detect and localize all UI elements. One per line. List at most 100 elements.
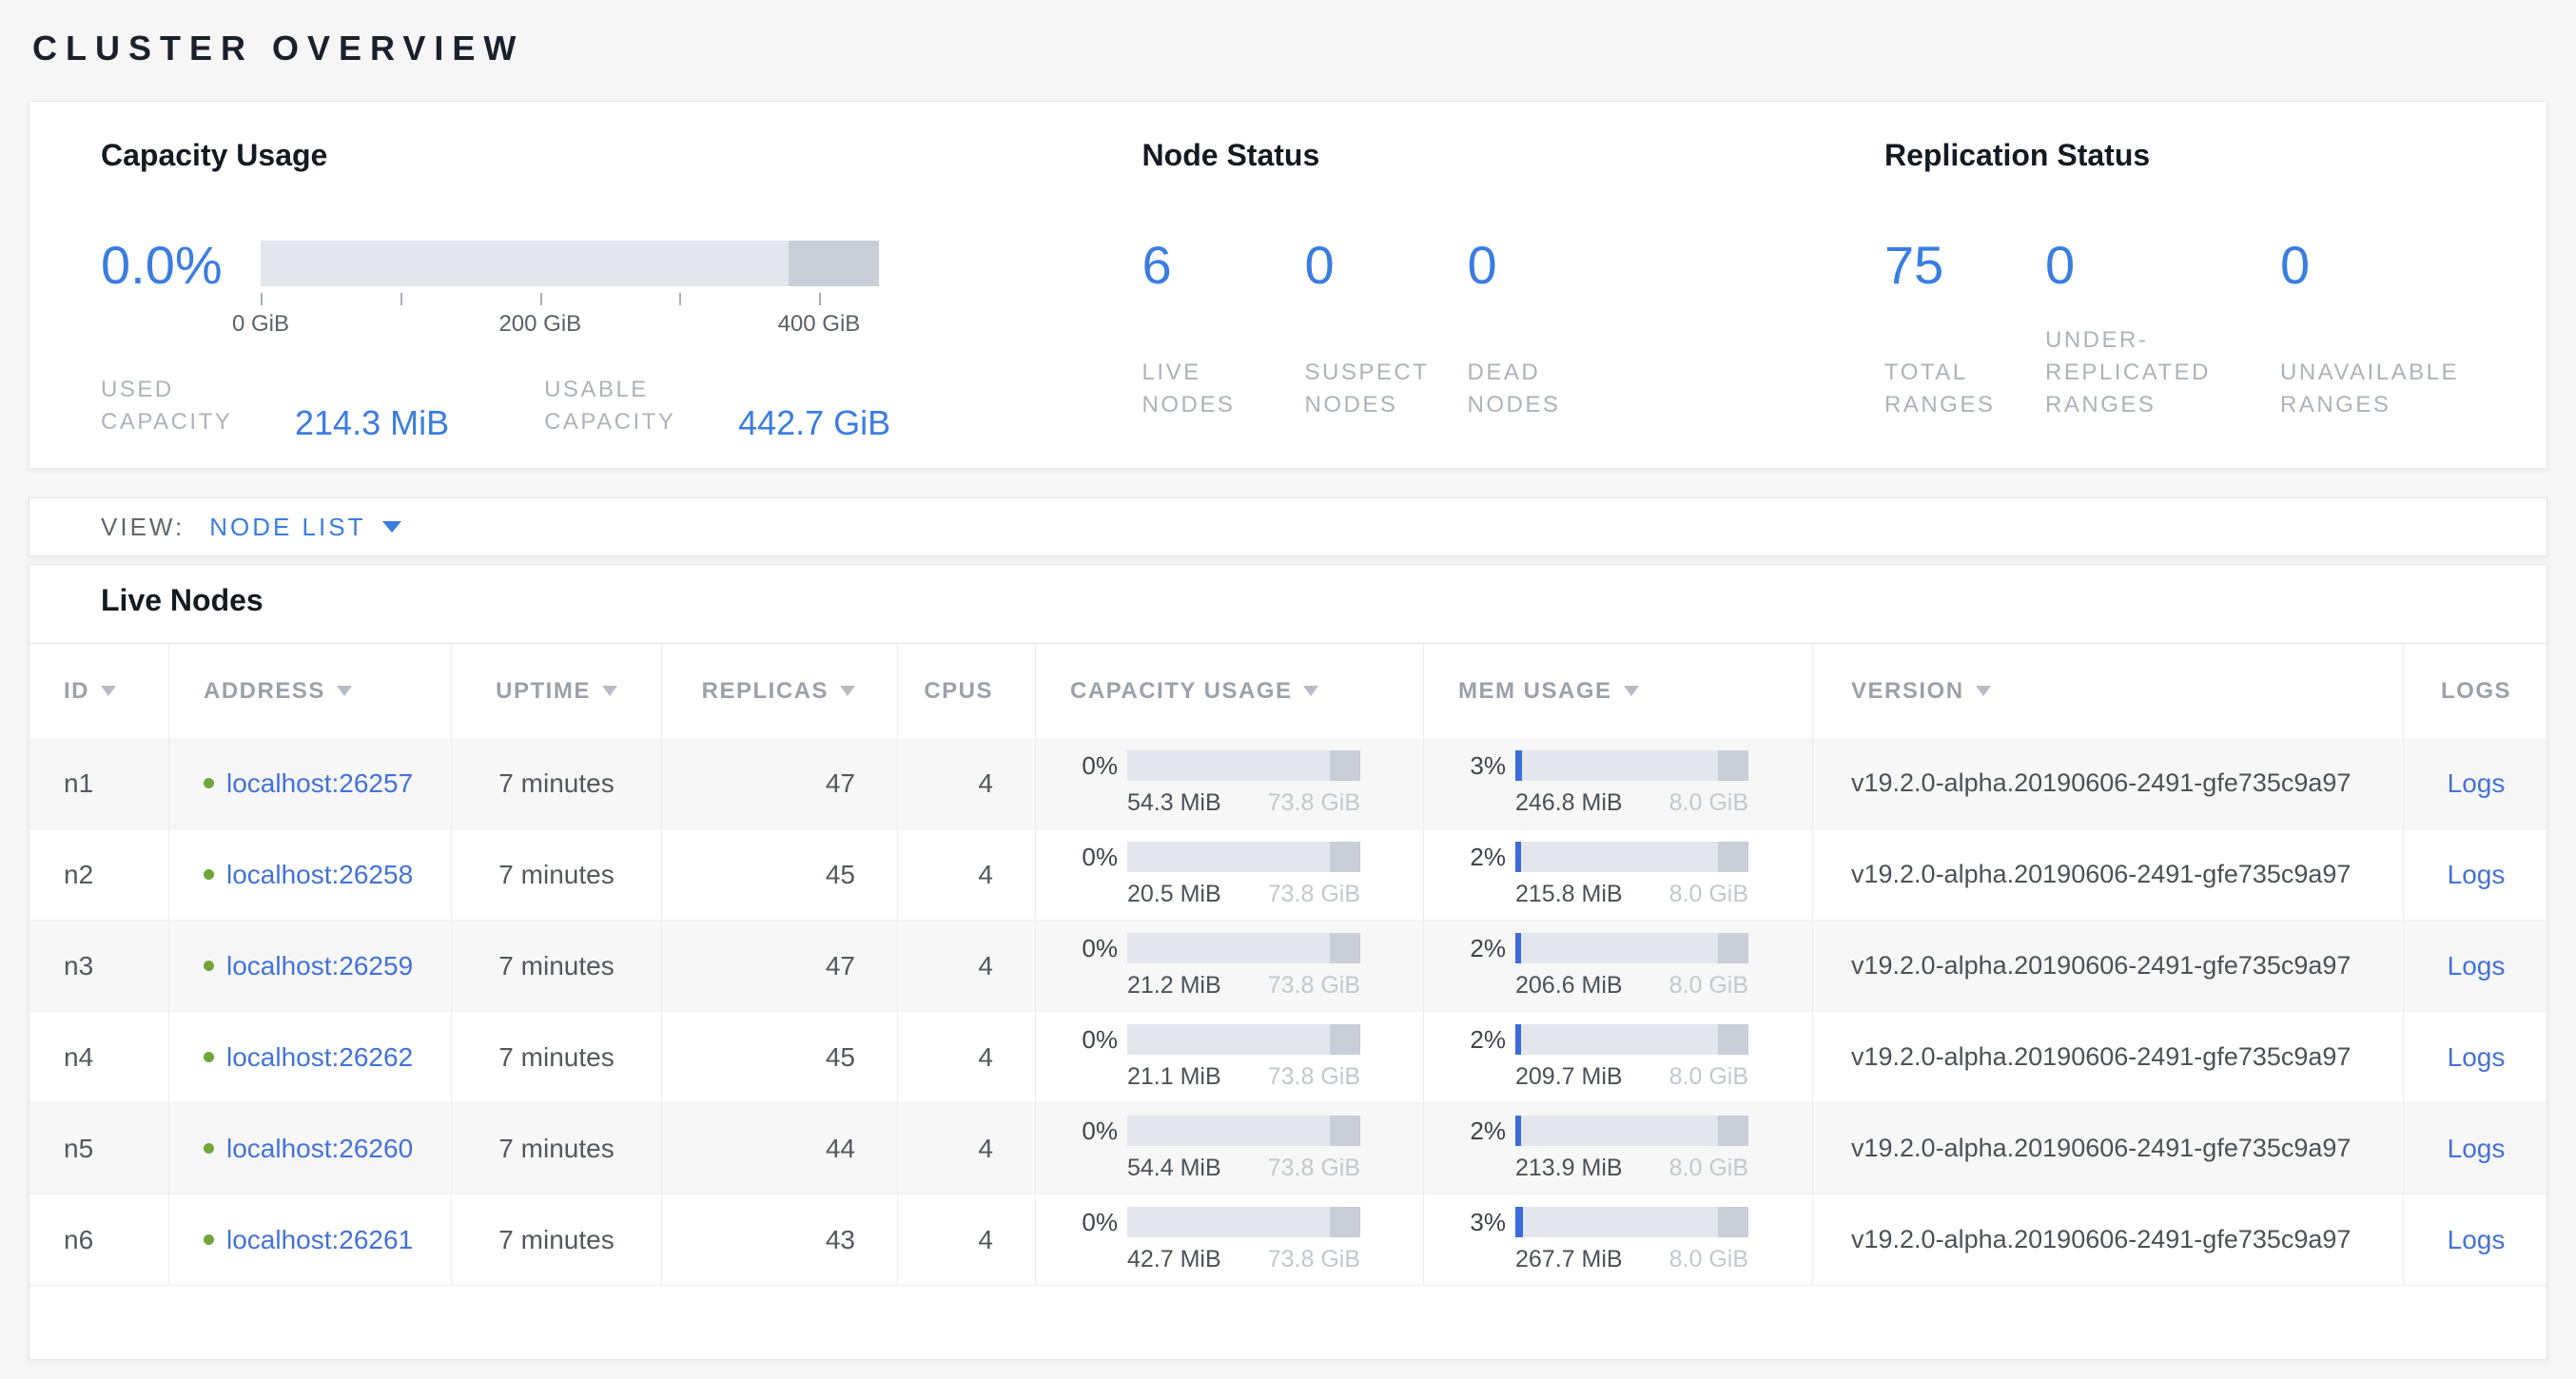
node-address-cell: localhost:26259	[169, 921, 452, 1011]
mem-total-value: 8.0 GiB	[1669, 1155, 1748, 1182]
node-mem-cell: 2% 206.6 MiB 8.0 GiB	[1424, 921, 1813, 1011]
mem-bar	[1515, 933, 1748, 963]
mem-percent: 3%	[1458, 750, 1506, 781]
cluster-summary-panel: Capacity Usage 0.0% 0 GiB 200 GiB	[29, 101, 2547, 469]
column-header-replicas[interactable]: REPLICAS	[662, 644, 898, 738]
view-dropdown[interactable]: NODE LIST	[209, 513, 401, 542]
node-address-link[interactable]: localhost:26257	[226, 768, 413, 799]
capacity-percent: 0%	[1070, 1207, 1118, 1237]
node-cpus-cell: 4	[898, 738, 1036, 828]
capacity-bar	[1127, 1024, 1360, 1055]
capacity-percent: 0%	[1070, 1024, 1118, 1055]
node-mem-cell: 3% 267.7 MiB 8.0 GiB	[1424, 1194, 1813, 1285]
live-nodes-table: ID ADDRESS UPTIME REPLICAS CPUS CAPACITY…	[29, 643, 2547, 1286]
capacity-used-value: 54.4 MiB	[1127, 1155, 1221, 1182]
node-capacity-cell: 0% 20.5 MiB 73.8 GiB	[1036, 829, 1424, 920]
node-version-cell: v19.2.0-alpha.20190606-2491-gfe735c9a97	[1813, 921, 2404, 1011]
capacity-percent: 0%	[1070, 1116, 1118, 1146]
table-row: n3 localhost:26259 7 minutes 47 4 0%	[29, 921, 2547, 1012]
logs-link[interactable]: Logs	[2448, 1134, 2506, 1164]
sort-arrow-icon	[602, 686, 617, 696]
column-header-version[interactable]: VERSION	[1813, 644, 2404, 738]
axis-tick	[679, 293, 681, 305]
sort-arrow-icon	[1976, 686, 1991, 696]
capacity-used-value: 20.5 MiB	[1127, 881, 1221, 908]
mem-total-value: 8.0 GiB	[1669, 881, 1748, 908]
page-title: CLUSTER OVERVIEW	[32, 29, 2547, 68]
capacity-usage-title: Capacity Usage	[101, 136, 1142, 174]
mem-total-value: 8.0 GiB	[1669, 1063, 1748, 1091]
node-cpus-cell: 4	[898, 921, 1036, 1011]
logs-link[interactable]: Logs	[2448, 860, 2506, 890]
used-capacity-value: 214.3 MiB	[295, 408, 449, 438]
table-row: n6 localhost:26261 7 minutes 43 4 0%	[29, 1194, 2547, 1286]
node-address-link[interactable]: localhost:26261	[226, 1225, 413, 1255]
capacity-total-value: 73.8 GiB	[1268, 1246, 1360, 1273]
node-healthy-icon	[204, 1234, 214, 1245]
stat-usable-capacity: USABLE CAPACITY 442.7 GiB	[544, 374, 890, 438]
node-healthy-icon	[204, 869, 214, 880]
capacity-total-value: 73.8 GiB	[1268, 1155, 1360, 1182]
cluster-overview-page: CLUSTER OVERVIEW Capacity Usage 0.0%	[0, 0, 2576, 1360]
capacity-total-value: 73.8 GiB	[1268, 972, 1360, 1000]
node-address-link[interactable]: localhost:26259	[226, 951, 413, 981]
axis-tick	[540, 293, 542, 305]
node-logs-cell: Logs	[2404, 921, 2548, 1011]
capacity-used-value: 42.7 MiB	[1127, 1246, 1221, 1273]
node-mem-cell: 2% 209.7 MiB 8.0 GiB	[1424, 1012, 1813, 1102]
column-header-capacity-usage[interactable]: CAPACITY USAGE	[1036, 644, 1424, 738]
node-healthy-icon	[204, 961, 214, 971]
node-logs-cell: Logs	[2404, 1103, 2548, 1194]
sort-arrow-icon	[337, 686, 352, 696]
capacity-total-value: 73.8 GiB	[1268, 1063, 1360, 1091]
axis-tick-label: 400 GiB	[778, 311, 861, 338]
logs-link[interactable]: Logs	[2448, 1042, 2506, 1073]
mem-bar	[1515, 1207, 1748, 1237]
logs-link[interactable]: Logs	[2448, 768, 2506, 799]
capacity-percent: 0%	[1070, 750, 1118, 781]
mem-used-value: 246.8 MiB	[1515, 789, 1623, 817]
capacity-used-value: 21.1 MiB	[1127, 1063, 1221, 1091]
capacity-total-value: 73.8 GiB	[1268, 881, 1360, 908]
node-version-cell: v19.2.0-alpha.20190606-2491-gfe735c9a97	[1813, 829, 2404, 920]
node-uptime-cell: 7 minutes	[452, 921, 662, 1011]
mem-percent: 2%	[1458, 842, 1506, 872]
stat-dead-nodes: 0 DEAD NODES	[1468, 239, 1630, 421]
column-header-id[interactable]: ID	[29, 644, 169, 738]
column-header-address[interactable]: ADDRESS	[169, 644, 452, 738]
node-id-cell: n6	[29, 1194, 169, 1285]
live-nodes-title: Live Nodes	[101, 582, 2547, 618]
node-replicas-cell: 47	[662, 921, 898, 1011]
node-version-cell: v19.2.0-alpha.20190606-2491-gfe735c9a97	[1813, 1103, 2404, 1194]
mem-total-value: 8.0 GiB	[1669, 972, 1748, 1000]
axis-tick	[400, 293, 402, 305]
stat-suspect-nodes: 0 SUSPECT NODES	[1305, 239, 1468, 421]
view-label: VIEW:	[101, 513, 185, 542]
capacity-bar	[1127, 933, 1360, 963]
node-capacity-cell: 0% 54.4 MiB 73.8 GiB	[1036, 1103, 1424, 1194]
logs-link[interactable]: Logs	[2448, 951, 2506, 981]
node-address-link[interactable]: localhost:26262	[226, 1042, 413, 1073]
logs-link[interactable]: Logs	[2448, 1225, 2506, 1255]
sort-arrow-icon	[840, 686, 855, 696]
node-address-link[interactable]: localhost:26258	[226, 860, 413, 890]
node-cpus-cell: 4	[898, 1194, 1036, 1285]
node-logs-cell: Logs	[2404, 829, 2548, 920]
stat-live-nodes: 6 LIVE NODES	[1142, 239, 1305, 421]
axis-tick	[261, 293, 263, 305]
node-version-cell: v19.2.0-alpha.20190606-2491-gfe735c9a97	[1813, 738, 2404, 828]
view-selector-bar: VIEW: NODE LIST	[29, 497, 2547, 556]
node-version-cell: v19.2.0-alpha.20190606-2491-gfe735c9a97	[1813, 1194, 2404, 1285]
mem-used-value: 206.6 MiB	[1515, 972, 1623, 1000]
usable-capacity-value: 442.7 GiB	[738, 408, 890, 438]
node-address-cell: localhost:26260	[169, 1103, 452, 1194]
capacity-percent: 0%	[1070, 842, 1118, 872]
capacity-bar-used-segment	[789, 241, 879, 286]
column-header-mem-usage[interactable]: MEM USAGE	[1424, 644, 1813, 738]
column-header-uptime[interactable]: UPTIME	[452, 644, 662, 738]
node-address-link[interactable]: localhost:26260	[226, 1134, 413, 1164]
node-id-cell: n4	[29, 1012, 169, 1102]
axis-tick	[819, 293, 821, 305]
table-row: n1 localhost:26257 7 minutes 47 4 0%	[29, 738, 2547, 829]
node-replicas-cell: 45	[662, 829, 898, 920]
